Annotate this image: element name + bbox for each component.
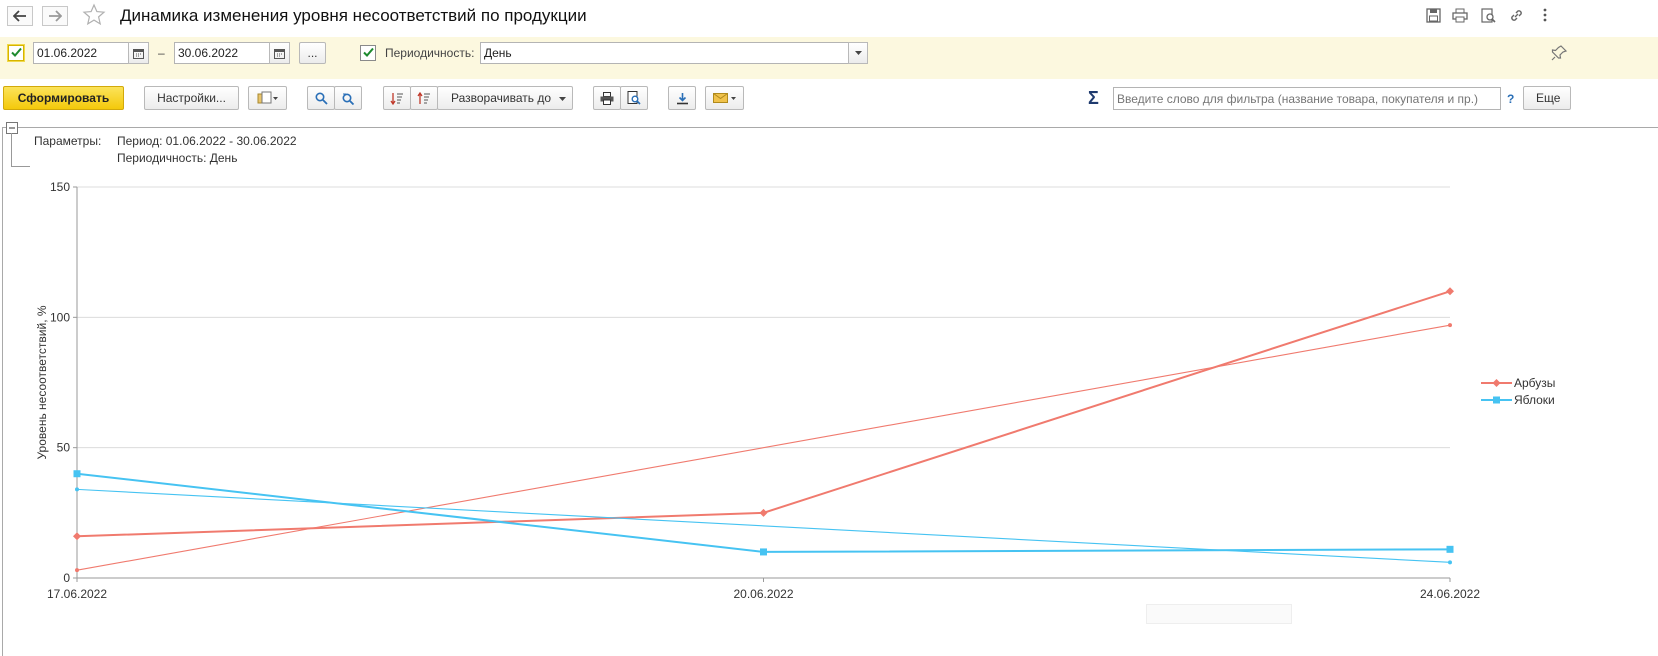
trend-point <box>75 568 79 573</box>
data-point <box>1446 287 1454 296</box>
data-point <box>73 470 81 478</box>
y-axis-label: Уровень несоответствий, % <box>35 305 49 459</box>
trend-point <box>1448 323 1452 328</box>
x-tick-label: 17.06.2022 <box>47 587 107 601</box>
series-line <box>76 290 1451 538</box>
data-point <box>760 548 767 556</box>
y-tick-label: 100 <box>50 310 70 324</box>
data-point <box>73 532 81 541</box>
legend-label: Арбузы <box>1514 376 1555 390</box>
x-tick-label: 20.06.2022 <box>733 587 793 601</box>
scroll-tooltip <box>1146 604 1292 624</box>
x-tick-label: 24.06.2022 <box>1420 587 1480 601</box>
trend-point <box>1448 560 1452 565</box>
y-tick-label: 50 <box>57 441 71 455</box>
trend-point <box>75 487 79 492</box>
legend-marker <box>1492 379 1501 387</box>
legend-marker <box>1493 396 1500 404</box>
nonconformity-line-chart: 0 50 100 150 17.06.2022 20.06.2022 24.06.2022 У… <box>35 180 1555 601</box>
data-point <box>759 508 768 517</box>
y-tick-label: 150 <box>50 180 70 194</box>
legend-label: Яблоки <box>1514 393 1555 407</box>
y-tick-label: 0 <box>63 571 70 585</box>
data-point <box>1446 545 1454 553</box>
